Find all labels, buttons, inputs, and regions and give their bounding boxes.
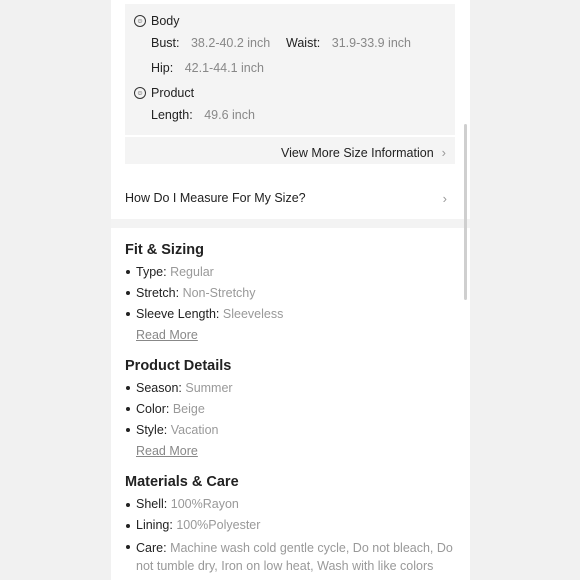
waist-value: 31.9-33.9 inch (331, 36, 411, 50)
product-details-read-more-link[interactable]: Read More (136, 444, 198, 458)
how-to-measure-label: How Do I Measure For My Size? (125, 191, 306, 205)
list-item: Type: Regular (125, 262, 460, 283)
bust-label: Bust: (151, 36, 180, 50)
materials-care-title: Materials & Care (125, 474, 239, 490)
how-to-measure-link[interactable]: How Do I Measure For My Size? › (125, 191, 455, 206)
section-divider (111, 219, 470, 228)
length-value: 49.6 inch (204, 108, 255, 122)
view-more-size-label: View More Size Information (281, 145, 434, 160)
view-more-size-link[interactable]: View More Size Information › (281, 145, 446, 160)
product-details-list: Season: Summer Color: Beige Style: Vacat… (125, 378, 460, 441)
materials-care-list: Shell: 100%Rayon Lining: 100%Polyester C… (125, 494, 460, 575)
product-section-header: ☺ Product (134, 86, 194, 100)
hip-value: 42.1-44.1 inch (184, 61, 264, 75)
bust-value: 38.2-40.2 inch (190, 36, 271, 50)
product-details-title: Product Details (125, 358, 232, 374)
product-section-title: Product (151, 86, 195, 100)
hip-measurement: Hip: 42.1-44.1 inch (151, 61, 264, 75)
product-info-panel: ☺ Body Bust: 38.2-40.2 inch Waist: 31.9-… (111, 0, 470, 580)
list-item: Care: Machine wash cold gentle cycle, Do… (125, 536, 460, 575)
list-item: Style: Vacation (125, 420, 460, 441)
waist-measurement: Waist: 31.9-33.9 inch (286, 36, 411, 50)
length-label: Length: (151, 108, 193, 122)
list-item: Lining: 100%Polyester (125, 515, 460, 536)
scrollbar[interactable] (464, 124, 467, 300)
size-info-box: ☺ Body Bust: 38.2-40.2 inch Waist: 31.9-… (125, 4, 455, 164)
fit-sizing-title: Fit & Sizing (125, 242, 204, 258)
chevron-right-icon: › (441, 145, 446, 160)
list-item: Sleeve Length: Sleeveless (125, 304, 460, 325)
body-section-header: ☺ Body (134, 14, 180, 28)
waist-label: Waist: (286, 36, 321, 50)
list-item: Shell: 100%Rayon (125, 494, 460, 515)
product-measure-icon: ☺ (134, 87, 146, 99)
list-item: Stretch: Non-Stretchy (125, 283, 460, 304)
chevron-right-icon: › (442, 191, 447, 206)
body-section-title: Body (151, 14, 180, 28)
body-measure-icon: ☺ (134, 15, 146, 27)
list-item: Color: Beige (125, 399, 460, 420)
hip-label: Hip: (151, 61, 174, 75)
bust-measurement: Bust: 38.2-40.2 inch (151, 36, 270, 50)
length-measurement: Length: 49.6 inch (151, 108, 255, 122)
fit-sizing-list: Type: Regular Stretch: Non-Stretchy Slee… (125, 262, 460, 325)
list-item: Season: Summer (125, 378, 460, 399)
view-more-size-row[interactable]: View More Size Information › (125, 135, 455, 164)
fit-sizing-read-more-link[interactable]: Read More (136, 328, 198, 342)
